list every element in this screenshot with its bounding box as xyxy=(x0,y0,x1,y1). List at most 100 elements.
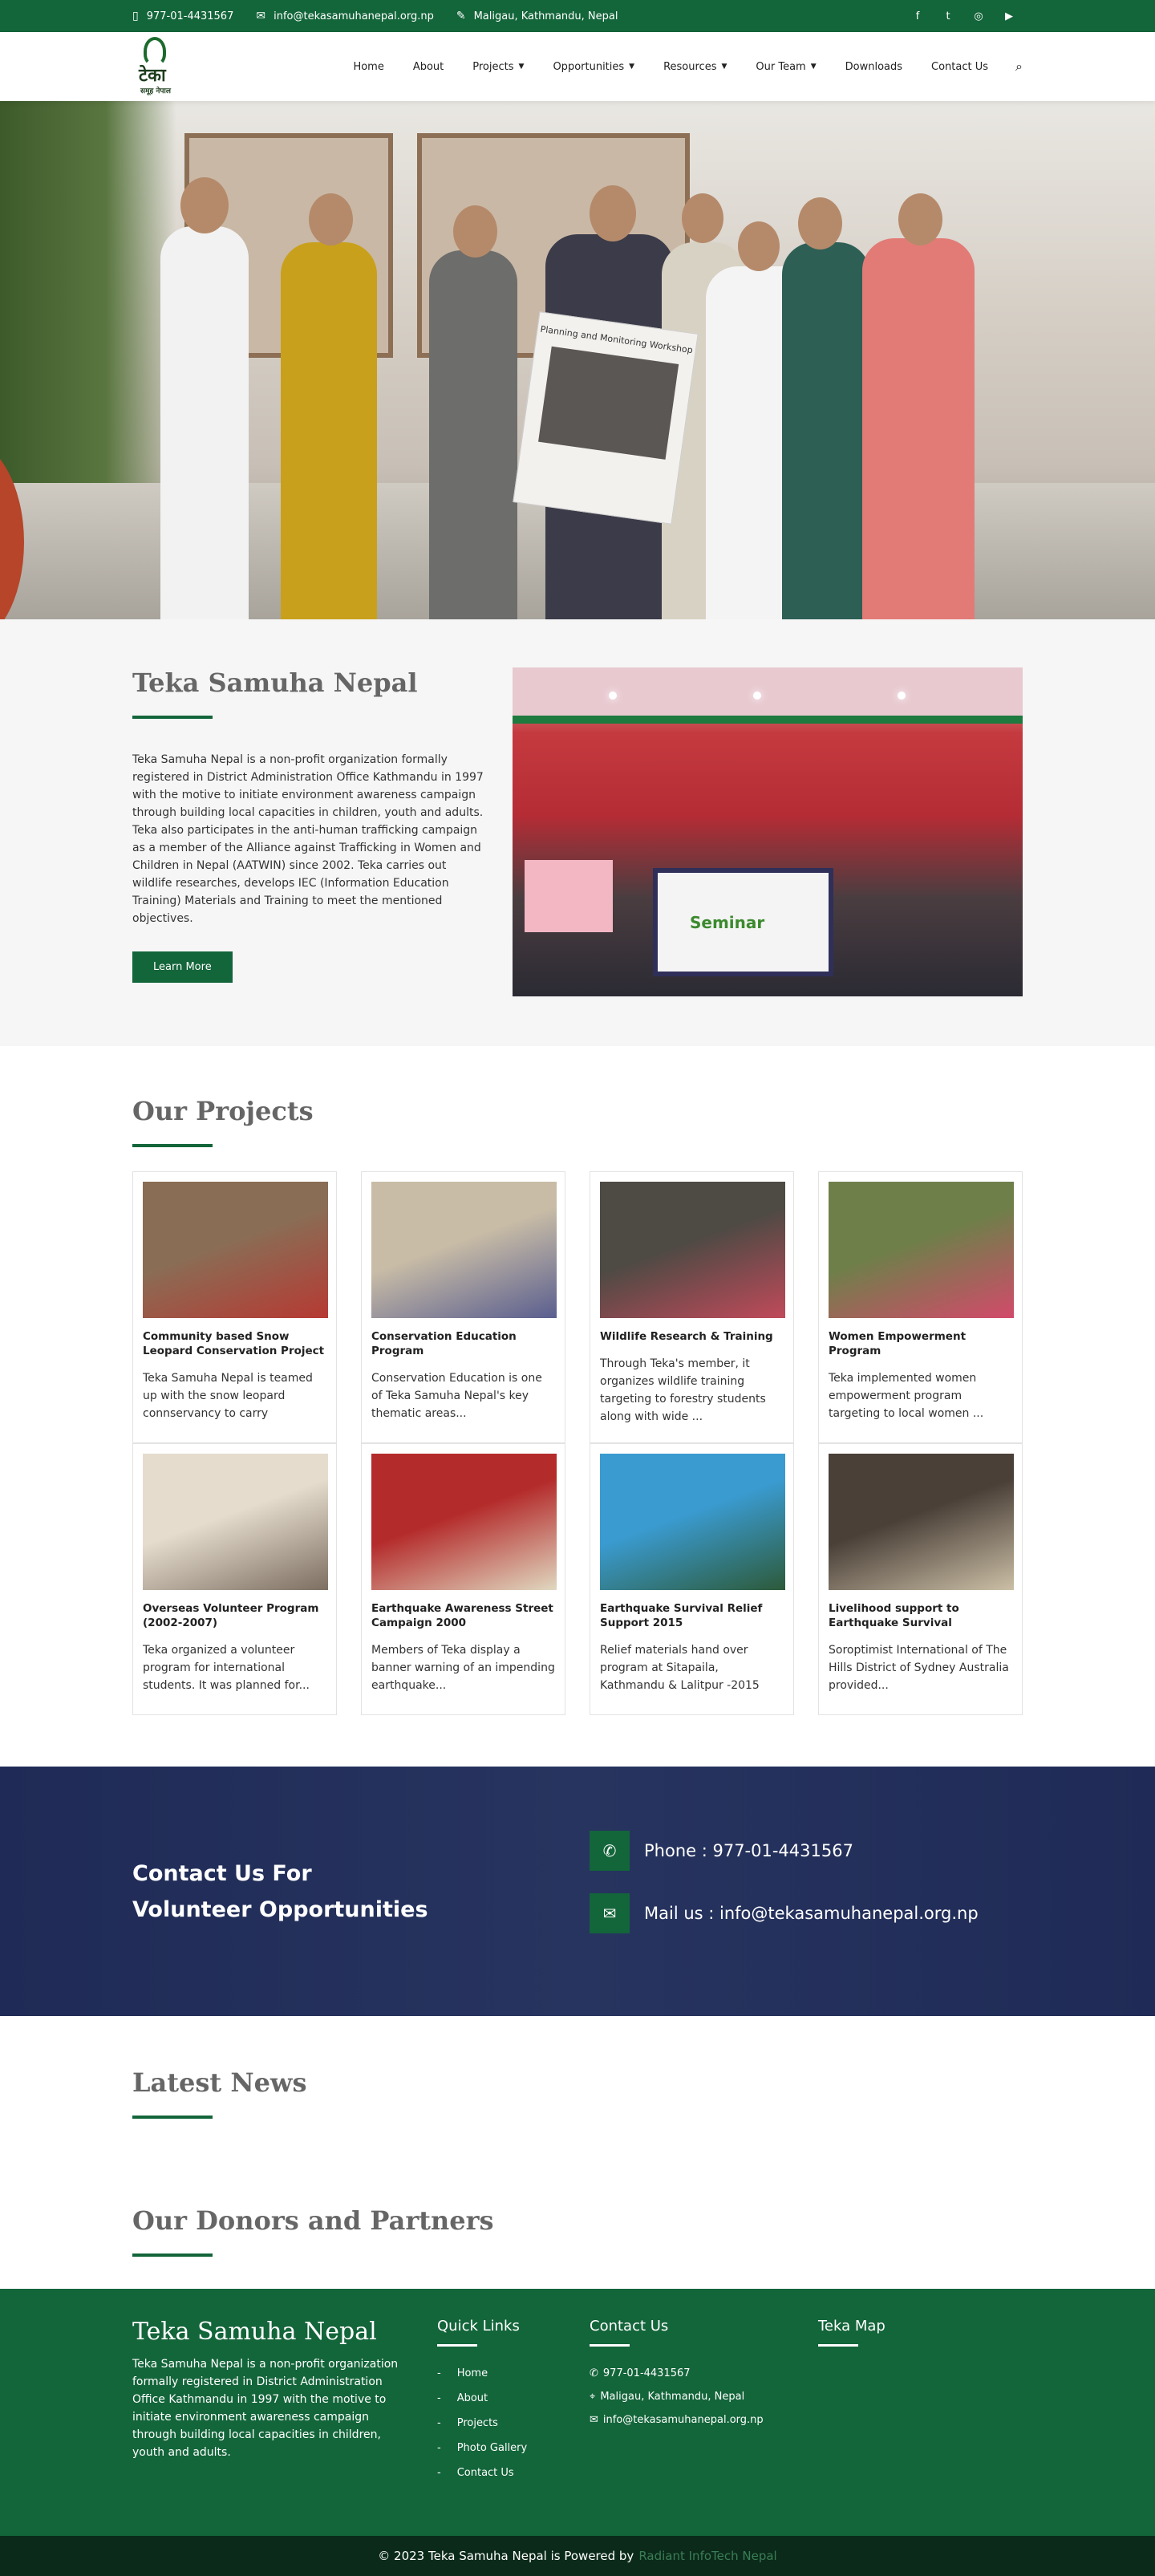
title-underline xyxy=(818,2344,858,2347)
about-image-ceiling xyxy=(513,667,1023,724)
project-description: Teka organized a volunteer program for i… xyxy=(143,1644,310,1692)
nav-about[interactable]: About xyxy=(413,61,444,73)
project-image[interactable] xyxy=(143,1454,328,1590)
powered-by-link[interactable]: Radiant InfoTech Nepal xyxy=(638,2549,776,2563)
footer-phone[interactable]: ✆ 977-01-4431567 xyxy=(590,2367,818,2379)
project-title[interactable]: Livelihood support to Earthquake Surviva… xyxy=(829,1601,1012,1630)
quick-link-projects[interactable]: - Projects xyxy=(437,2417,590,2429)
quick-link-label: Home xyxy=(456,2367,488,2379)
footer-phone-text: 977-01-4431567 xyxy=(602,2367,691,2379)
quick-link-contact-us[interactable]: - Contact Us xyxy=(437,2467,590,2479)
youtube-icon[interactable]: ▶ xyxy=(1002,10,1016,22)
site-logo[interactable]: टेका समूह नेपाल xyxy=(139,35,187,98)
envelope-icon: ✉ xyxy=(590,1892,630,1933)
footer-map: Teka Map xyxy=(818,2318,886,2492)
volunteer-heading-line1: Contact Us For xyxy=(132,1860,312,1886)
nav-about-label: About xyxy=(412,60,444,73)
project-description: Members of Teka display a banner warning… xyxy=(371,1644,555,1692)
hero-person-head xyxy=(898,193,942,245)
chevron-down-icon: ▼ xyxy=(721,63,727,71)
topbar-phone[interactable]: ▯ 977-01-4431567 xyxy=(132,10,233,22)
project-description: Soroptimist International of The Hills D… xyxy=(829,1644,1009,1692)
project-image[interactable] xyxy=(371,1454,557,1590)
footer-about-text: Teka Samuha Nepal is a non-profit organi… xyxy=(132,2358,399,2459)
project-image[interactable] xyxy=(600,1454,785,1590)
nav-opportunities-label: Opportunities xyxy=(553,60,625,73)
twitter-icon[interactable]: t xyxy=(941,10,955,22)
project-image[interactable] xyxy=(600,1182,785,1318)
about-image-light xyxy=(609,692,617,700)
project-card[interactable]: Community based Snow Leopard Conservatio… xyxy=(132,1171,337,1443)
topbar-address-text: Maligau, Kathmandu, Nepal xyxy=(473,10,618,22)
hero-image: Planning and Monitoring Workshop xyxy=(0,101,1155,619)
hero-person xyxy=(160,226,249,619)
facebook-icon[interactable]: f xyxy=(910,10,925,22)
nav-our-team[interactable]: Our Team ▼ xyxy=(756,61,816,73)
quick-link-label: About xyxy=(456,2392,488,2404)
project-description: Relief materials hand over program at Si… xyxy=(600,1644,760,1692)
search-icon[interactable]: ⌕ xyxy=(1015,59,1023,75)
nav-home-label: Home xyxy=(353,60,384,73)
phone-icon: ▯ xyxy=(132,10,139,22)
project-title[interactable]: Earthquake Awareness Street Campaign 200… xyxy=(371,1601,555,1630)
project-card[interactable]: Conservation Education Program Conservati… xyxy=(361,1171,565,1443)
nav-our-team-label: Our Team xyxy=(756,60,806,73)
footer-contact-title: Contact Us xyxy=(590,2318,669,2335)
project-card[interactable]: Wildlife Research & Training Through Teka… xyxy=(590,1171,794,1443)
quick-link-photo-gallery[interactable]: - Photo Gallery xyxy=(437,2442,590,2454)
copyright-text: © 2023 Teka Samuha Nepal is Powered by xyxy=(378,2549,634,2563)
project-title[interactable]: Community based Snow Leopard Conservatio… xyxy=(143,1329,326,1358)
envelope-icon: ✉ xyxy=(256,10,266,22)
volunteer-contact-band: Contact Us For Volunteer Opportunities ✆… xyxy=(0,1767,1155,2016)
dash-icon: - xyxy=(437,2392,441,2404)
nav-contact-label: Contact Us xyxy=(931,60,989,73)
project-title[interactable]: Overseas Volunteer Program (2002-2007) xyxy=(143,1601,326,1630)
hero-person xyxy=(429,250,517,619)
logo-emblem xyxy=(144,37,166,66)
nav-downloads[interactable]: Downloads xyxy=(845,61,902,73)
project-image[interactable] xyxy=(829,1182,1014,1318)
quick-link-home[interactable]: - Home xyxy=(437,2367,590,2379)
title-underline xyxy=(590,2344,630,2347)
footer-brand: Teka Samuha Nepal Teka Samuha Nepal is a… xyxy=(132,2318,437,2492)
project-image[interactable] xyxy=(829,1454,1014,1590)
project-title[interactable]: Wildlife Research & Training xyxy=(600,1329,784,1344)
nav-opportunities[interactable]: Opportunities ▼ xyxy=(553,61,634,73)
project-description: Through Teka's member, it organizes wild… xyxy=(600,1357,766,1423)
about-title: Teka Samuha Nepal xyxy=(132,667,418,698)
footer-address-text: Maligau, Kathmandu, Nepal xyxy=(600,2391,745,2403)
dash-icon: - xyxy=(437,2467,441,2479)
topbar-email[interactable]: ✉ info@tekasamuhanepal.org.np xyxy=(256,10,433,22)
footer-contact: Contact Us ✆ 977-01-4431567 ⌖ Maligau, Kat… xyxy=(590,2318,818,2492)
instagram-icon[interactable]: ◎ xyxy=(971,10,986,22)
map-marker-icon: ✎ xyxy=(456,10,466,22)
project-card[interactable]: Overseas Volunteer Program (2002-2007) Te… xyxy=(132,1443,337,1715)
about-image-light xyxy=(753,692,761,700)
about-paragraph: Teka Samuha Nepal is a non-profit organi… xyxy=(132,753,484,925)
project-card[interactable]: Earthquake Survival Relief Support 2015 R… xyxy=(590,1443,794,1715)
topbar-email-text: info@tekasamuhanepal.org.np xyxy=(274,10,434,22)
nav-home[interactable]: Home xyxy=(353,61,383,73)
volunteer-mail[interactable]: ✉ Mail us : info@tekasamuhanepal.org.np xyxy=(590,1892,979,1933)
footer-email[interactable]: ✉ info@tekasamuhanepal.org.np xyxy=(590,2414,818,2426)
volunteer-phone[interactable]: ✆ Phone : 977-01-4431567 xyxy=(590,1830,979,1871)
project-image[interactable] xyxy=(371,1182,557,1318)
project-title[interactable]: Women Empowerment Program xyxy=(829,1329,1012,1358)
footer-contact-list: ✆ 977-01-4431567 ⌖ Maligau, Kathmandu, Nep… xyxy=(590,2367,818,2426)
quick-link-about[interactable]: - About xyxy=(437,2392,590,2404)
title-underline xyxy=(132,716,213,719)
project-card[interactable]: Earthquake Awareness Street Campaign 200… xyxy=(361,1443,565,1715)
projects-grid: Community based Snow Leopard Conservatio… xyxy=(132,1171,1023,1715)
quick-link-label: Projects xyxy=(456,2417,498,2429)
seminar-text: Seminar xyxy=(690,913,765,932)
about-image: Seminar xyxy=(513,667,1023,996)
nav-contact-us[interactable]: Contact Us xyxy=(931,61,988,73)
nav-projects[interactable]: Projects ▼ xyxy=(472,61,524,73)
project-title[interactable]: Earthquake Survival Relief Support 2015 xyxy=(600,1601,784,1630)
nav-resources[interactable]: Resources ▼ xyxy=(663,61,727,73)
project-image[interactable] xyxy=(143,1182,328,1318)
project-title[interactable]: Conservation Education Program xyxy=(371,1329,555,1358)
project-card[interactable]: Livelihood support to Earthquake Surviva… xyxy=(818,1443,1023,1715)
project-card[interactable]: Women Empowerment Program Teka implemente… xyxy=(818,1171,1023,1443)
learn-more-button[interactable]: Learn More xyxy=(132,951,233,983)
